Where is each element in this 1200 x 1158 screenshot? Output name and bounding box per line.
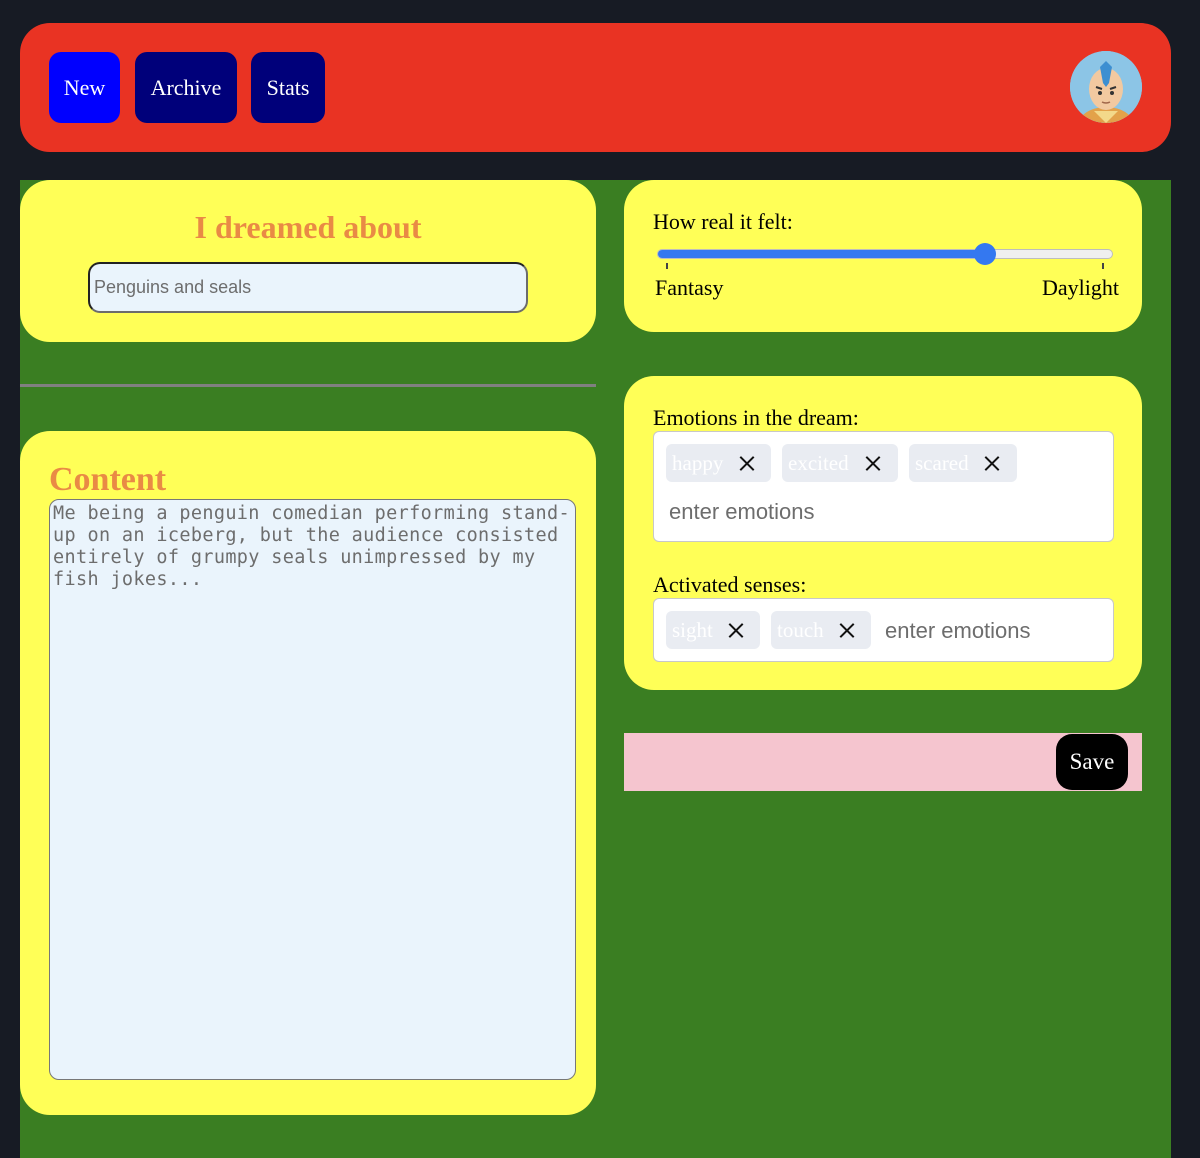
realness-label: How real it felt: [653,209,793,234]
emotions-card: Emotions in the dream: happy excited sca… [624,376,1142,690]
divider [20,384,596,387]
realness-card: How real it felt: Fantasy Daylight [624,180,1142,332]
close-icon[interactable] [837,620,857,640]
realness-slider[interactable] [657,243,1113,265]
slider-fill [658,250,985,258]
slider-max-label: Daylight [1042,275,1119,300]
close-icon[interactable] [726,620,746,640]
slider-thumb[interactable] [973,243,996,265]
emotions-tag-input[interactable]: happy excited scared [653,431,1114,542]
save-button[interactable]: Save [1056,734,1128,790]
emotion-tag: excited [782,444,898,482]
new-button[interactable]: New [49,52,120,123]
close-icon[interactable] [982,453,1002,473]
senses-entry-input[interactable] [885,616,1100,646]
content-card: Content [20,431,596,1115]
content-textarea[interactable] [49,499,576,1080]
slider-tick-min [666,263,668,269]
dream-topic-card: I dreamed about [20,180,596,342]
main-area: I dreamed about Content How real it felt… [20,180,1171,1158]
slider-min-label: Fantasy [655,275,724,300]
emotions-label: Emotions in the dream: [653,405,859,430]
tag-label: excited [788,450,849,475]
header-bar: New Archive Stats [20,23,1171,152]
archive-button[interactable]: Archive [135,52,237,123]
dream-topic-title: I dreamed about [194,209,422,245]
tag-label: touch [777,617,824,642]
content-title: Content [49,461,167,498]
avatar-image [1070,51,1142,123]
user-avatar-icon[interactable] [1070,51,1142,123]
close-icon[interactable] [737,453,757,473]
senses-label: Activated senses: [653,572,807,597]
slider-tick-max [1102,263,1104,269]
emotion-tag: scared [909,444,1017,482]
emotions-entry-input[interactable] [669,497,969,527]
sense-tag: touch [771,611,871,649]
tag-label: sight [672,617,713,642]
tag-label: scared [915,450,969,475]
dream-topic-input[interactable] [88,262,528,313]
sense-tag: sight [666,611,760,649]
emotion-tag: happy [666,444,771,482]
senses-tag-input[interactable]: sight touch [653,598,1114,662]
tag-label: happy [672,450,724,475]
stats-button[interactable]: Stats [251,52,325,123]
close-icon[interactable] [863,453,883,473]
save-bar: Save [624,733,1142,791]
